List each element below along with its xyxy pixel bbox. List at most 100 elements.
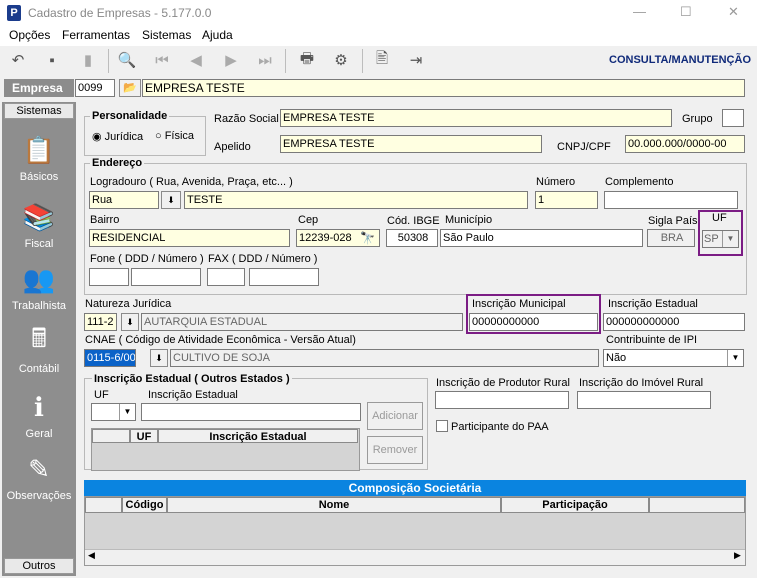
- mode-label: CONSULTA/MANUTENÇÃO: [609, 54, 751, 66]
- bookmark-icon[interactable]: ▮: [78, 50, 98, 70]
- sidebar-item-label: Geral: [25, 428, 53, 440]
- ie-outros-title: Inscrição Estadual ( Outros Estados ): [92, 373, 292, 385]
- logradouro-lookup-icon[interactable]: ⬇: [161, 191, 181, 209]
- first-record-icon[interactable]: ⏮: [152, 50, 172, 70]
- municipio-field[interactable]: São Paulo: [440, 229, 643, 247]
- composicao-title: Composição Societária: [84, 480, 746, 496]
- numero-field[interactable]: 1: [535, 191, 598, 209]
- paa-checkbox[interactable]: [436, 420, 448, 432]
- menu-opcoes[interactable]: Opções: [9, 28, 50, 42]
- app-icon: P: [7, 5, 21, 21]
- undo-icon[interactable]: ↶: [8, 50, 28, 70]
- next-record-icon[interactable]: ▶: [221, 50, 241, 70]
- empresa-code-field[interactable]: 0099: [75, 79, 115, 97]
- cnae-label: CNAE ( Código de Atividade Econômica - V…: [85, 334, 356, 346]
- fax-ddd-field[interactable]: [207, 268, 245, 286]
- apelido-field[interactable]: EMPRESA TESTE: [280, 135, 542, 153]
- ibge-field[interactable]: 50308: [386, 229, 438, 247]
- grupo-field[interactable]: [722, 109, 744, 127]
- print-icon[interactable]: 🖶: [297, 50, 317, 70]
- radio-fisica[interactable]: ○ Física: [155, 130, 194, 142]
- menu-sistemas[interactable]: Sistemas: [142, 28, 191, 42]
- empresa-name-field[interactable]: EMPRESA TESTE: [142, 79, 745, 97]
- grupo-label: Grupo: [682, 113, 713, 125]
- cep-label: Cep: [298, 214, 319, 226]
- natureza-lookup-icon[interactable]: ⬇: [121, 313, 139, 331]
- basicos-icon: 📋: [22, 134, 56, 165]
- trabalhista-icon: 👥: [22, 263, 56, 294]
- composicao-rowhead: [85, 497, 122, 513]
- cnae-lookup-icon[interactable]: ⬇: [150, 349, 168, 367]
- composicao-hscrollbar[interactable]: [85, 549, 745, 565]
- complemento-field[interactable]: [604, 191, 738, 209]
- scroll-left-icon[interactable]: ◀: [88, 550, 95, 561]
- sidebar-item-fiscal[interactable]: 📚 Fiscal: [4, 200, 74, 251]
- uf-select[interactable]: SP ▼: [702, 230, 739, 248]
- razao-social-field[interactable]: EMPRESA TESTE: [280, 109, 672, 127]
- ie-outros-uf-select[interactable]: ▼: [91, 403, 136, 421]
- last-record-icon[interactable]: ⏭: [255, 50, 275, 70]
- chevron-down-icon[interactable]: ▼: [727, 350, 743, 366]
- fone-ddd-field[interactable]: [89, 268, 129, 286]
- produtor-rural-label: Inscrição de Produtor Rural: [436, 377, 570, 389]
- ie-outros-table-rowhead: [92, 429, 130, 443]
- sidebar-item-label: Observações: [6, 490, 72, 502]
- fax-numero-field[interactable]: [249, 268, 319, 286]
- chevron-down-icon[interactable]: ▼: [722, 231, 738, 247]
- remover-button[interactable]: Remover: [367, 436, 423, 464]
- cep-search-icon[interactable]: 🔭: [360, 231, 375, 245]
- bairro-label: Bairro: [90, 214, 120, 226]
- natureza-label: Natureza Jurídica: [85, 298, 172, 310]
- menu-ajuda[interactable]: Ajuda: [202, 28, 233, 42]
- ie-outros-ie-field[interactable]: [141, 403, 361, 421]
- cnae-code-field[interactable]: 0115-6/00: [84, 349, 136, 367]
- maximize-button[interactable]: ☐: [680, 4, 692, 20]
- fiscal-icon: 📚: [22, 201, 56, 232]
- toolbar-separator: [285, 49, 286, 73]
- prev-record-icon[interactable]: ◀: [186, 50, 206, 70]
- adicionar-button[interactable]: Adicionar: [367, 402, 423, 430]
- insc-municipal-label: Inscrição Municipal: [472, 298, 566, 310]
- window-title: Cadastro de Empresas - 5.177.0.0: [28, 6, 212, 20]
- bairro-field[interactable]: RESIDENCIAL: [89, 229, 290, 247]
- print-settings-icon[interactable]: ⚙: [331, 50, 351, 70]
- logradouro-field[interactable]: TESTE: [184, 191, 528, 209]
- sidebar-tab-sistemas[interactable]: Sistemas: [4, 103, 74, 119]
- natureza-desc-field: AUTARQUIA ESTADUAL: [141, 313, 463, 331]
- natureza-code-field[interactable]: 111-2: [84, 313, 117, 331]
- cnae-desc-field: CULTIVO DE SOJA: [170, 349, 599, 367]
- fone-numero-field[interactable]: [131, 268, 201, 286]
- sidebar-item-observacoes[interactable]: ✎ Observações: [4, 452, 74, 503]
- save-icon[interactable]: ▪: [42, 50, 62, 70]
- insc-municipal-field[interactable]: 00000000000: [469, 313, 598, 331]
- insc-estadual-field[interactable]: 000000000000: [603, 313, 745, 331]
- close-button[interactable]: ✕: [728, 4, 739, 20]
- imovel-rural-field[interactable]: [577, 391, 711, 409]
- empresa-label: Empresa: [4, 79, 74, 97]
- fone-label: Fone ( DDD / Número ): [90, 253, 204, 265]
- sidebar-tab-outros[interactable]: Outros: [4, 558, 74, 574]
- produtor-rural-field[interactable]: [435, 391, 569, 409]
- cnpj-field[interactable]: 00.000.000/0000-00: [625, 135, 745, 153]
- ie-outros-ie-label: Inscrição Estadual: [148, 389, 238, 401]
- chevron-down-icon[interactable]: ▼: [119, 404, 135, 420]
- sidebar-item-contabil[interactable]: 🖩 Contábil: [4, 323, 74, 375]
- exit-icon[interactable]: ⇥: [406, 50, 426, 70]
- ipi-select[interactable]: Não ▼: [603, 349, 744, 367]
- uf-label: UF: [712, 212, 727, 224]
- logradouro-tipo-field[interactable]: Rua: [89, 191, 159, 209]
- sidebar-item-trabalhista[interactable]: 👥 Trabalhista: [4, 262, 74, 313]
- scroll-right-icon[interactable]: ▶: [734, 550, 741, 561]
- preview-icon[interactable]: 🔍: [117, 50, 137, 70]
- pais-field[interactable]: BRA: [647, 229, 695, 247]
- sidebar-item-geral[interactable]: ℹ Geral: [4, 390, 74, 441]
- open-folder-icon[interactable]: 📂: [119, 79, 141, 97]
- ie-outros-uf-label: UF: [94, 389, 109, 401]
- minimize-button[interactable]: —: [633, 4, 646, 19]
- radio-juridica[interactable]: ◉ Jurídica: [92, 130, 143, 143]
- menu-ferramentas[interactable]: Ferramentas: [62, 28, 130, 42]
- sidebar-item-label: Básicos: [19, 171, 59, 183]
- composicao-col-nome: Nome: [167, 497, 501, 513]
- sidebar-item-basicos[interactable]: 📋 Básicos: [4, 133, 74, 184]
- report-icon[interactable]: 🖹: [372, 50, 392, 70]
